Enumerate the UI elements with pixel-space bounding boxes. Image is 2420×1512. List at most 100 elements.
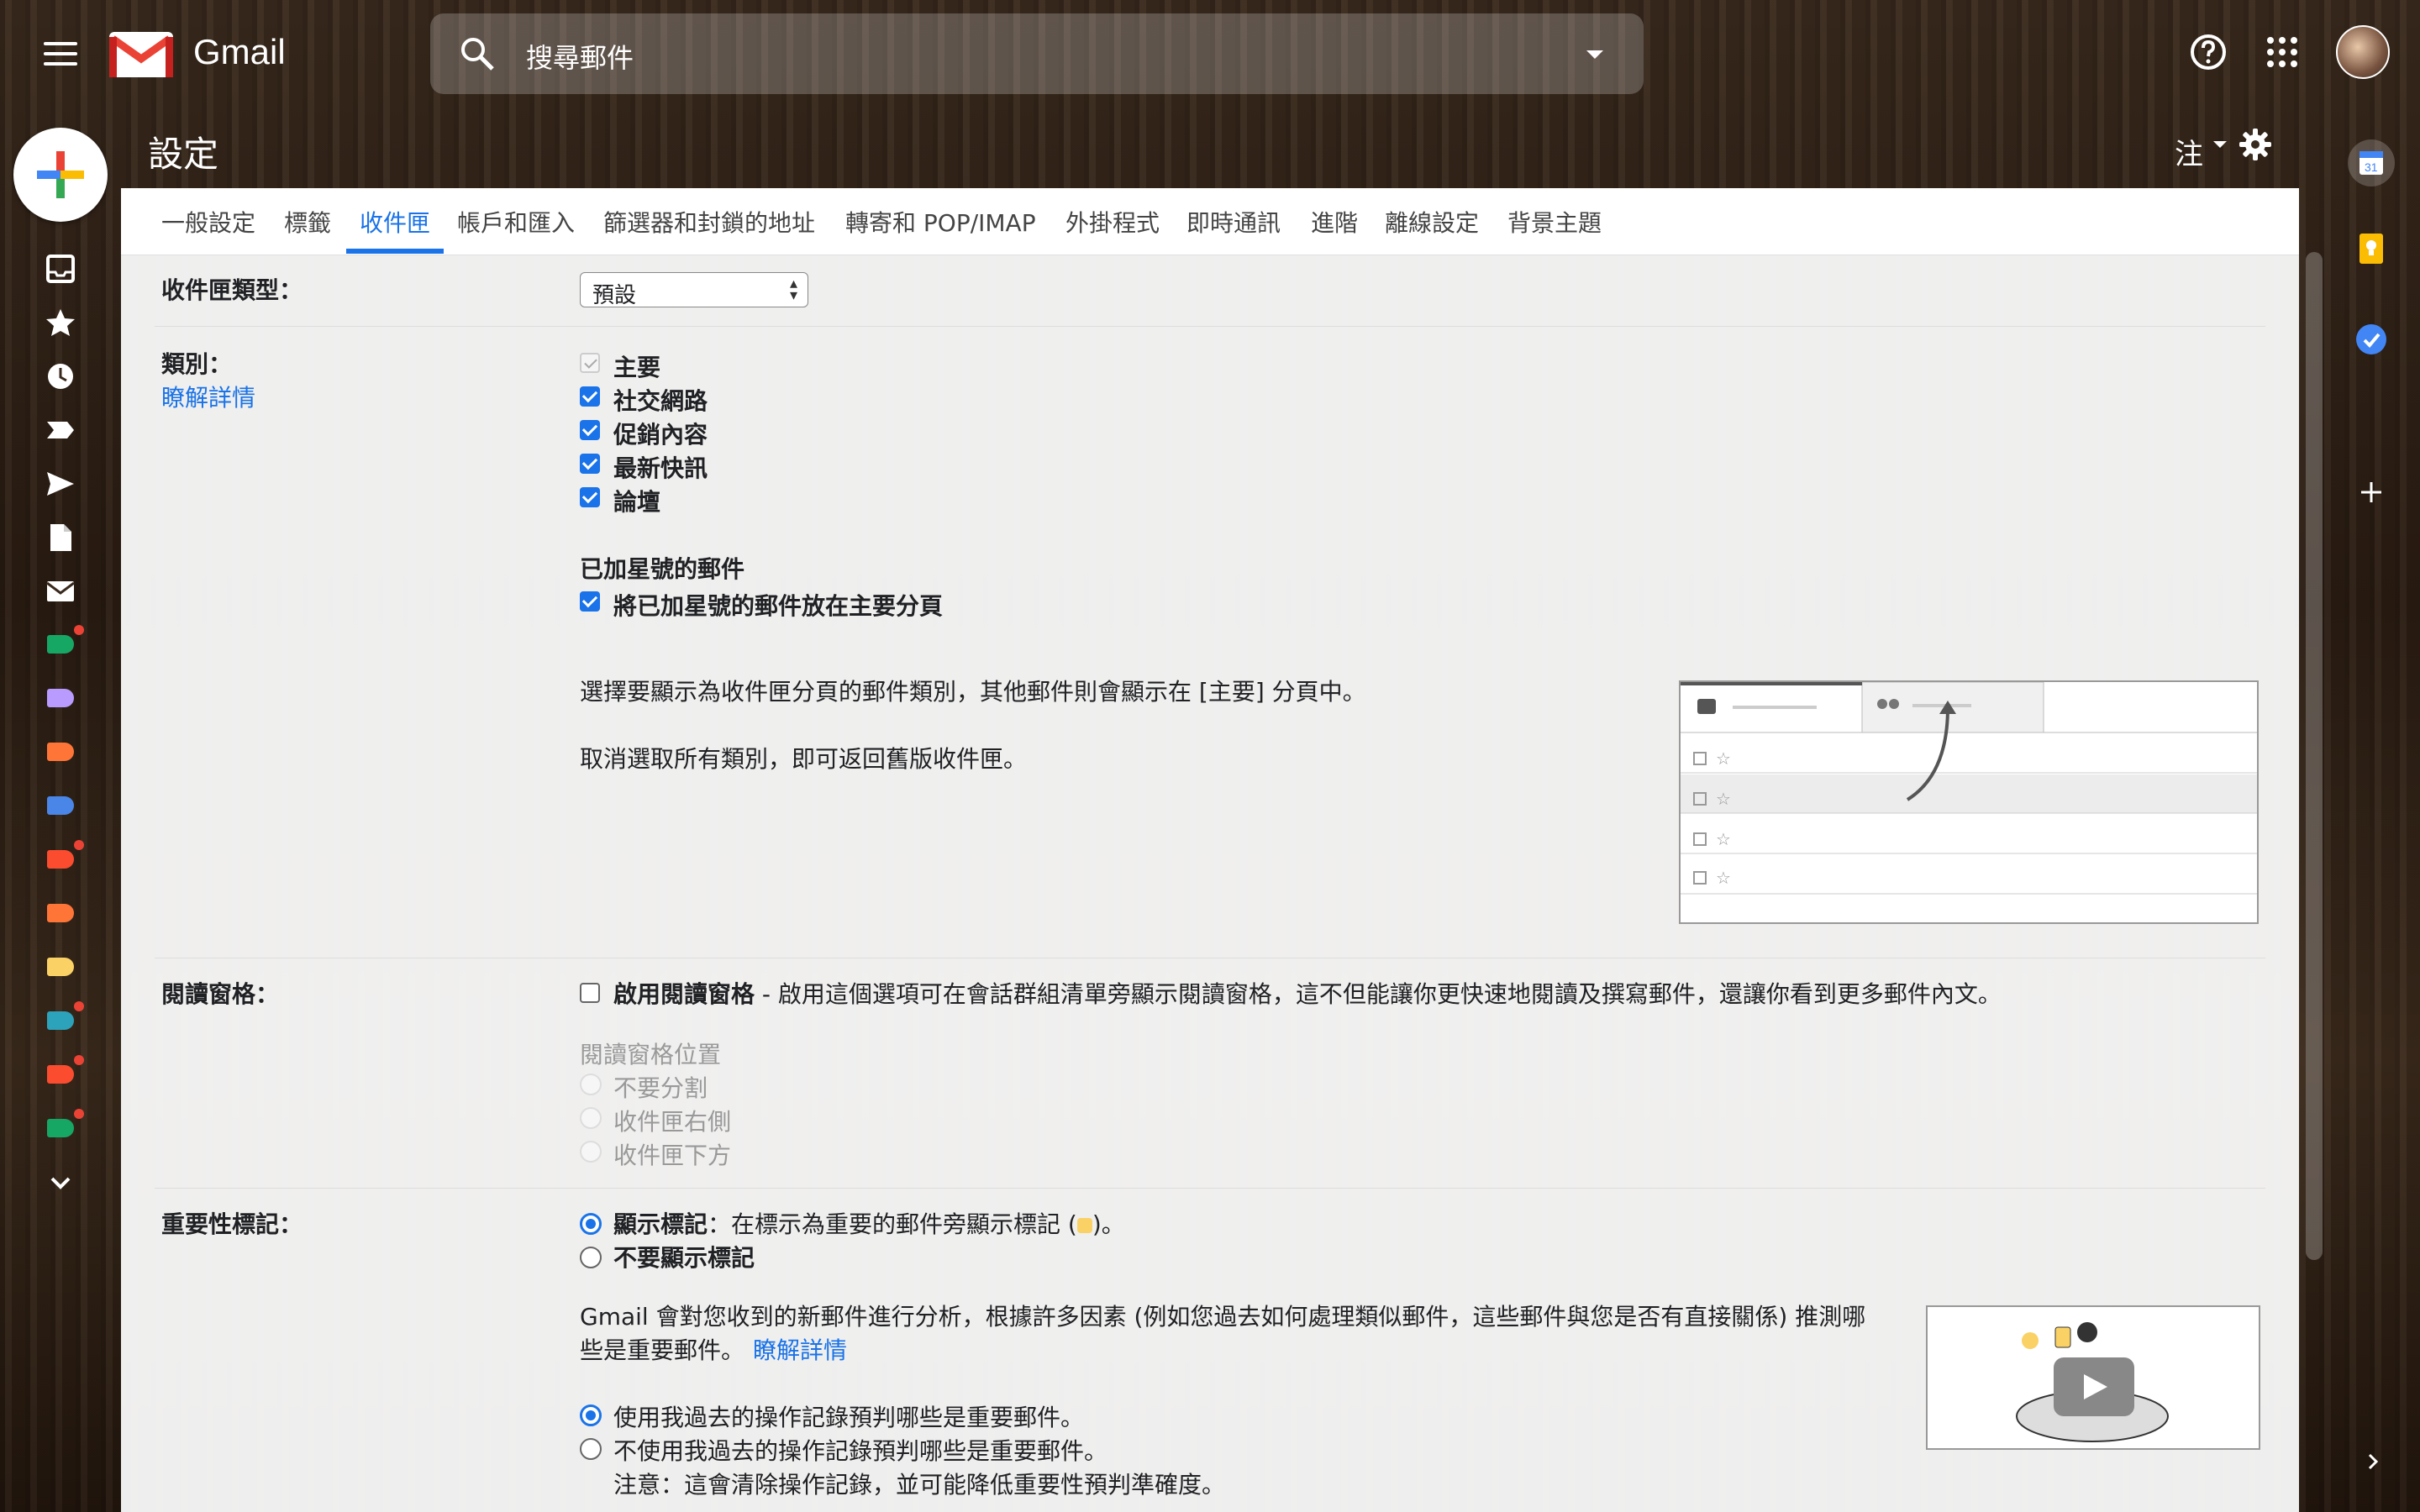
add-icon[interactable] (2356, 477, 2386, 507)
clock-icon[interactable] (44, 360, 77, 393)
importance-explanation-line-1: Gmail 會對您收到的新郵件進行分析，根據許多因素 (例如您過去如何處理類似郵… (580, 1303, 1866, 1331)
reading-pane-checkbox[interactable] (580, 983, 600, 1003)
search-bar[interactable]: 搜尋郵件 (430, 13, 1644, 94)
divider (155, 1188, 2265, 1189)
gear-icon[interactable] (2237, 126, 2274, 163)
chevron-down-icon[interactable] (2213, 141, 2227, 148)
tab-general[interactable]: 一般設定 (161, 205, 255, 239)
tab-chat[interactable]: 即時通訊 (1186, 205, 1281, 239)
divider (155, 326, 2265, 327)
help-icon[interactable] (2188, 32, 2228, 72)
compose-button[interactable] (13, 128, 108, 222)
svg-text:☆: ☆ (1716, 868, 1731, 888)
tab-offline[interactable]: 離線設定 (1385, 205, 1479, 239)
label-tag-green-icon[interactable] (47, 635, 74, 654)
gmail-logo-icon[interactable] (109, 32, 173, 77)
svg-text:☆: ☆ (1716, 789, 1731, 809)
reading-pane-position-heading: 閱讀窗格位置 (580, 1041, 722, 1068)
category-primary-checkbox (580, 353, 600, 373)
label-tag-orange-icon[interactable] (47, 904, 74, 922)
settings-panel: 一般設定 標籤 收件匣 帳戶和匯入 篩選器和封鎖的地址 轉寄和 POP/IMAP… (121, 188, 2299, 1512)
show-markers-radio[interactable] (580, 1213, 602, 1235)
inbox-type-select[interactable]: 預設 ▴ ▾ (580, 272, 808, 308)
reading-pane-description: - 啟用這個選項可在會話群組清單旁顯示閱讀窗格，這不但能讓你更快速地閱讀及撰寫郵… (755, 980, 2002, 1008)
side-panel: 31 (2324, 106, 2420, 1512)
main-menu-button[interactable] (44, 42, 77, 66)
category-forums-checkbox[interactable] (580, 487, 600, 507)
label-tag-yellow-icon[interactable] (47, 958, 74, 976)
use-history-radio[interactable] (580, 1404, 602, 1426)
importance-marker-icon (1076, 1218, 1092, 1233)
tab-filters[interactable]: 篩選器和封鎖的地址 (603, 205, 815, 239)
importance-video-thumbnail[interactable] (1926, 1305, 2260, 1450)
unread-dot (74, 1109, 84, 1119)
category-social-label: 社交網路 (613, 387, 708, 415)
hide-markers-label: 不要顯示標記 (613, 1244, 755, 1272)
apps-grid-icon[interactable] (2262, 32, 2302, 72)
label-tag-green-icon[interactable] (47, 1119, 74, 1137)
search-icon[interactable] (459, 35, 496, 72)
position-right-label: 收件匣右側 (613, 1108, 732, 1136)
no-history-radio[interactable] (580, 1438, 602, 1460)
position-below-label: 收件匣下方 (613, 1142, 732, 1169)
reading-pane-enable-label: 啟用閱讀窗格 (613, 980, 755, 1008)
active-tab-indicator (346, 249, 444, 254)
search-input[interactable]: 搜尋郵件 (526, 37, 634, 76)
label-tag-blue-icon[interactable] (47, 796, 74, 815)
tab-advanced[interactable]: 進階 (1311, 205, 1358, 239)
inbox-type-value: 預設 (592, 283, 637, 308)
tab-inbox[interactable]: 收件匣 (360, 205, 430, 239)
label-tag-teal-icon[interactable] (47, 1011, 74, 1030)
input-tools-button[interactable]: 注 (2175, 131, 2203, 172)
tab-labels[interactable]: 標籤 (284, 205, 331, 239)
label-tag-purple-icon[interactable] (47, 689, 74, 707)
tab-forwarding[interactable]: 轉寄和 POP/IMAP (845, 205, 1036, 239)
keep-icon[interactable] (2358, 232, 2385, 265)
tab-accounts[interactable]: 帳戶和匯入 (457, 205, 575, 239)
position-no-split-label: 不要分割 (613, 1074, 708, 1102)
categories-help-text-1: 選擇要顯示為收件匣分頁的郵件類別，其他郵件則會顯示在 [主要] 分頁中。 (580, 678, 1366, 706)
page-title: 設定 (148, 134, 219, 175)
chevron-right-icon[interactable] (2361, 1450, 2385, 1473)
label-tag-red-icon[interactable] (47, 1065, 74, 1084)
categories-help-text-2: 取消選取所有類別，即可返回舊版收件匣。 (580, 745, 1028, 773)
chevron-down-icon[interactable] (44, 1166, 77, 1200)
tab-addons[interactable]: 外掛程式 (1065, 205, 1160, 239)
show-markers-description-end: )。 (1092, 1210, 1125, 1238)
draft-icon[interactable] (44, 521, 77, 554)
reading-pane-label: 閱讀窗格： (161, 980, 280, 1008)
starred-primary-label: 將已加星號的郵件放在主要分頁 (613, 592, 944, 620)
account-avatar[interactable] (2336, 25, 2390, 79)
label-tag-orange-icon[interactable] (47, 743, 74, 761)
label-tag-red-icon[interactable] (47, 850, 74, 869)
tab-themes[interactable]: 背景主題 (1507, 205, 1602, 239)
show-markers-option: 顯示標記：在標示為重要的郵件旁顯示標記 ()。 (613, 1206, 1125, 1240)
categories-learn-more-link[interactable]: 瞭解詳情 (161, 380, 255, 413)
category-promotions-label: 促銷內容 (613, 421, 708, 449)
importance-learn-more-link[interactable]: 瞭解詳情 (753, 1332, 847, 1366)
mail-icon[interactable] (44, 575, 77, 608)
category-promotions-checkbox[interactable] (580, 420, 600, 440)
inbox-icon[interactable] (44, 252, 77, 286)
importance-explanation-line-2: 些是重要郵件。 (580, 1336, 745, 1364)
show-markers-description: ：在標示為重要的郵件旁顯示標記 ( (708, 1210, 1077, 1238)
category-updates-checkbox[interactable] (580, 454, 600, 474)
send-icon[interactable] (44, 467, 77, 501)
inbox-type-label: 收件匣類型： (161, 276, 303, 304)
play-video-icon[interactable] (1928, 1307, 2259, 1448)
position-no-split-radio (580, 1074, 602, 1095)
hide-markers-radio[interactable] (580, 1247, 602, 1268)
position-right-radio (580, 1107, 602, 1129)
scrollbar[interactable] (2306, 252, 2323, 1260)
calendar-icon[interactable]: 31 (2348, 139, 2395, 186)
search-options-icon[interactable] (1586, 50, 1603, 59)
unread-dot (74, 1001, 84, 1011)
label-important-icon[interactable] (44, 413, 77, 447)
star-icon[interactable] (44, 306, 77, 339)
starred-primary-checkbox[interactable] (580, 591, 600, 612)
no-history-label: 不使用我過去的操作記錄預判哪些是重要郵件。 (613, 1437, 1108, 1465)
categories-label: 類別： (161, 350, 233, 378)
svg-text:31: 31 (2365, 160, 2378, 174)
tasks-icon[interactable] (2354, 323, 2388, 356)
category-social-checkbox[interactable] (580, 386, 600, 407)
